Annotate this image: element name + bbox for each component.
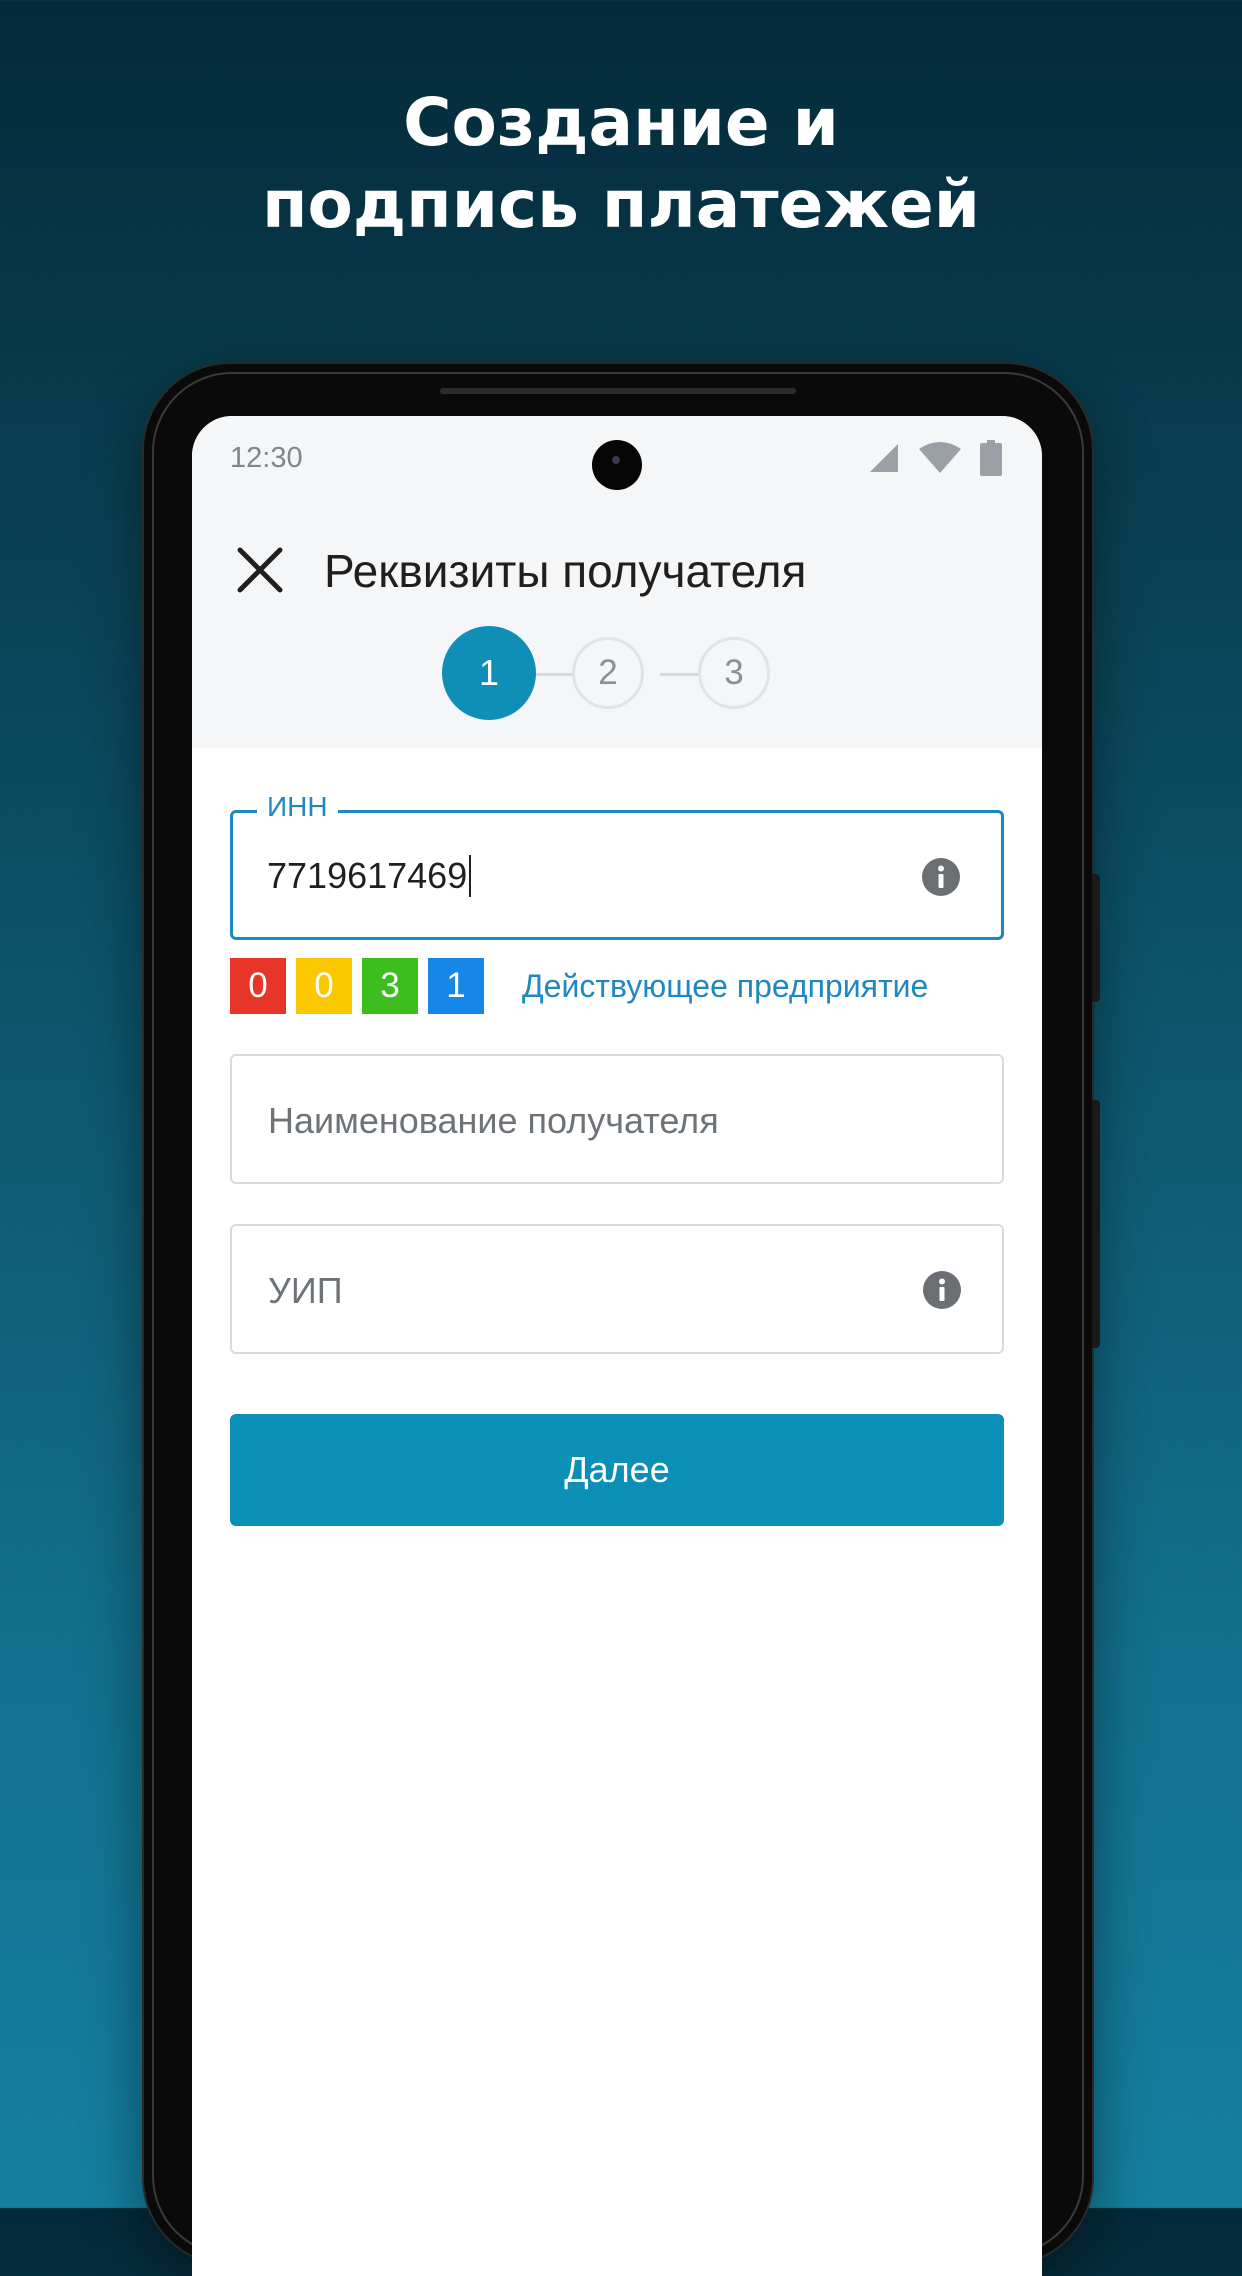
recipient-name-placeholder: Наименование получателя [268,1100,719,1141]
status-time: 12:30 [230,442,303,474]
promo-title-line1: Создание и [403,84,839,161]
app-header: 12:30 Реквизиты получателя 1 2 3 [192,416,1042,748]
inn-field-label: ИНН [257,791,338,823]
recipient-name-field[interactable]: Наименование получателя [230,1054,1004,1184]
info-icon[interactable] [922,1270,962,1310]
score-badge-blue: 1 [428,958,484,1014]
promo-title-line2: подпись платежей [261,166,981,243]
side-button-power [1092,874,1100,1002]
close-button[interactable] [230,540,290,600]
side-button-volume [1092,1100,1100,1348]
uip-field[interactable]: УИП [230,1224,1004,1354]
phone-frame: 12:30 Реквизиты получателя 1 2 3 ИНН 771… [144,364,1100,2276]
score-badge-green: 3 [362,958,418,1014]
next-button[interactable]: Далее [230,1414,1004,1526]
battery-icon [980,440,1002,476]
step-connector [660,673,700,676]
inn-field[interactable]: ИНН 7719617469 [230,791,1004,940]
inn-field-value: 7719617469 [267,855,468,896]
cell-signal-icon [870,444,898,472]
company-status-link[interactable]: Действующее предприятие [522,968,928,1005]
step-1: 1 [442,626,536,720]
inn-field-value-wrap: 7719617469 [267,855,472,897]
wifi-icon [919,442,961,473]
company-score-badges: 0 0 3 1 [230,958,484,1014]
text-cursor [469,855,472,897]
info-icon[interactable] [921,857,961,897]
uip-placeholder: УИП [268,1270,343,1311]
step-2: 2 [572,637,644,709]
front-camera [592,440,642,490]
step-3: 3 [698,637,770,709]
speaker-slit [440,388,796,394]
close-icon [237,547,283,593]
score-badge-yellow: 0 [296,958,352,1014]
screen-title: Реквизиты получателя [324,545,807,597]
score-badge-red: 0 [230,958,286,1014]
step-connector [536,673,576,676]
promo-title: Создание и подпись платежей [0,82,1242,246]
stepper: 1 2 3 [442,626,782,722]
phone-screen: 12:30 Реквизиты получателя 1 2 3 ИНН 771… [192,416,1042,2276]
status-icons [868,440,1002,476]
